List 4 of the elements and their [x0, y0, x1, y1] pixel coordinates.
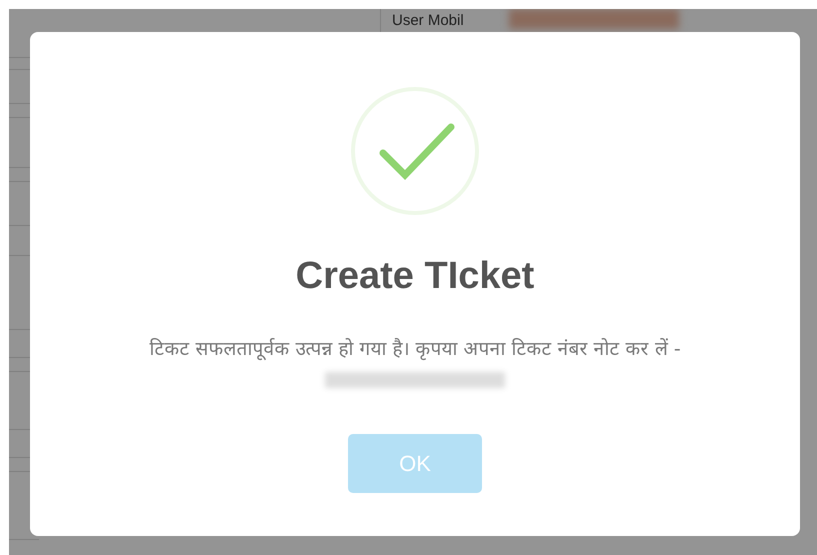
success-check-icon [349, 85, 481, 217]
column-header: User Mobil [392, 12, 464, 29]
dialog-message: टिकट सफलतापूर्वक उत्पन्न हो गया है। कृपया अपना टिकट नंबर नोट कर लें - [149, 337, 681, 362]
dialog-title: Create TIcket [296, 255, 534, 298]
